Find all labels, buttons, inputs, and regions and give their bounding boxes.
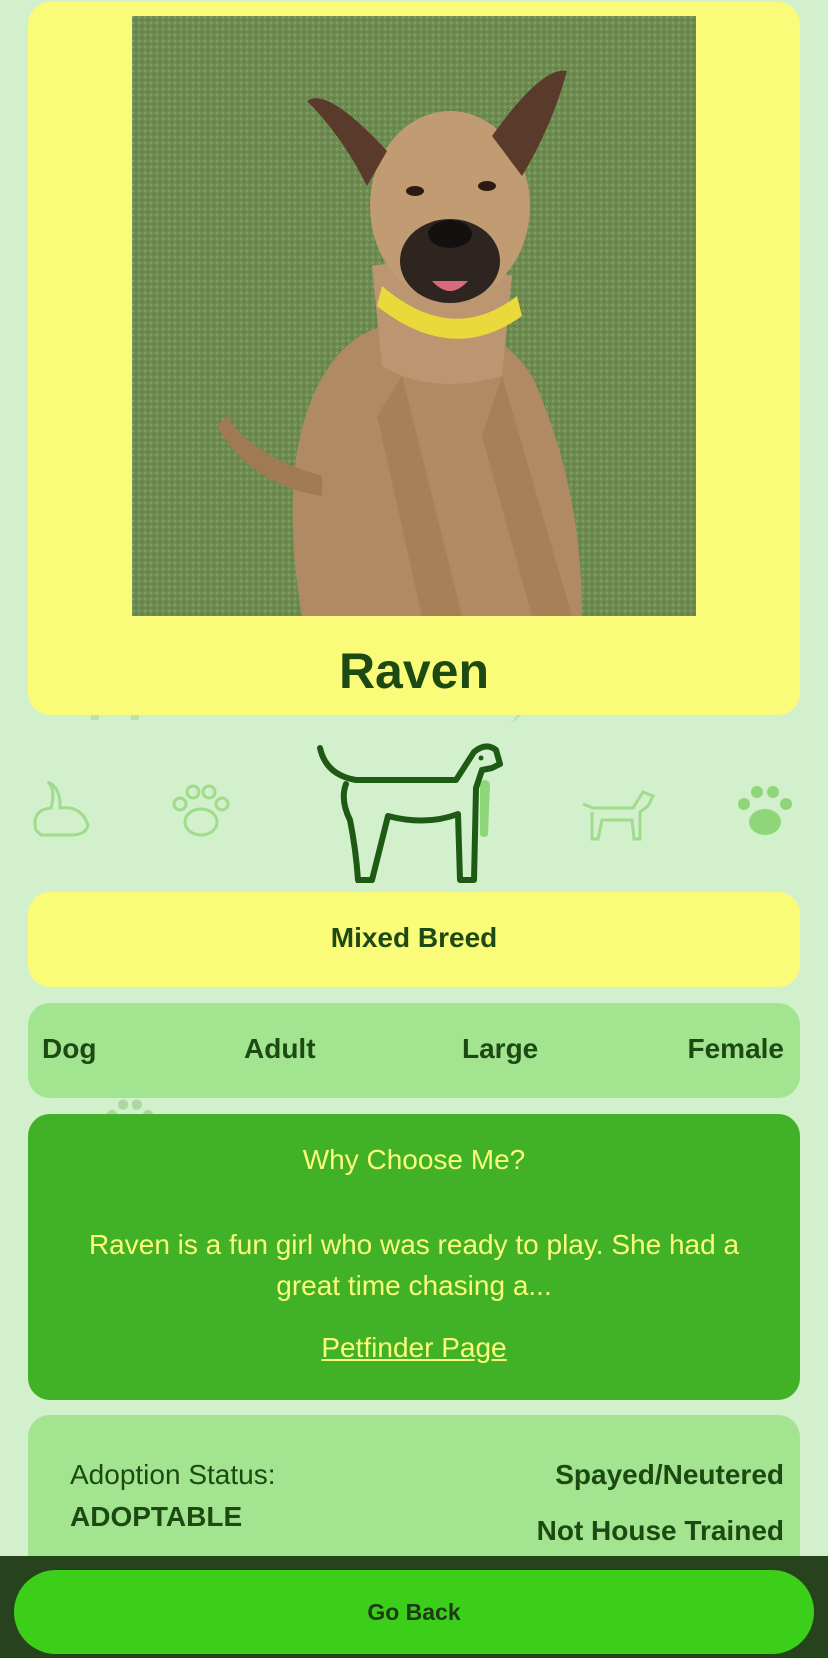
breed-label: Mixed Breed	[330, 922, 498, 953]
adoption-status-label: Adoption Status:	[70, 1459, 276, 1490]
about-description: Raven is a fun girl who was ready to pla…	[88, 1229, 740, 1301]
dog-icon	[582, 790, 656, 841]
traits-card: Dog Adult Large Female	[28, 1003, 800, 1098]
pet-photo	[132, 16, 696, 616]
paw-icon	[738, 786, 792, 835]
trait-gender: Female	[687, 1033, 785, 1064]
pet-card: Raven	[28, 2, 800, 715]
house-trained-status: Not House Trained	[536, 1515, 784, 1546]
trait-species: Dog	[42, 1033, 97, 1064]
adoption-status-value: ADOPTABLE	[70, 1501, 243, 1532]
go-back-button[interactable]: Go Back	[14, 1570, 814, 1654]
trait-age: Adult	[244, 1033, 316, 1064]
petfinder-link[interactable]: Petfinder Page	[28, 1332, 800, 1364]
spayed-status: Spayed/Neutered	[555, 1459, 784, 1490]
about-card: Why Choose Me? Raven is a fun girl who w…	[28, 1114, 800, 1400]
trait-size: Large	[462, 1033, 539, 1064]
pet-name: Raven	[338, 643, 490, 699]
dog-outline-icon	[317, 743, 503, 883]
paw-icon	[172, 784, 230, 837]
breed-card: Mixed Breed	[28, 892, 800, 987]
bottom-bar: Go Back	[0, 1556, 828, 1658]
rabbit-icon	[33, 780, 90, 837]
about-title: Why Choose Me?	[302, 1144, 526, 1175]
